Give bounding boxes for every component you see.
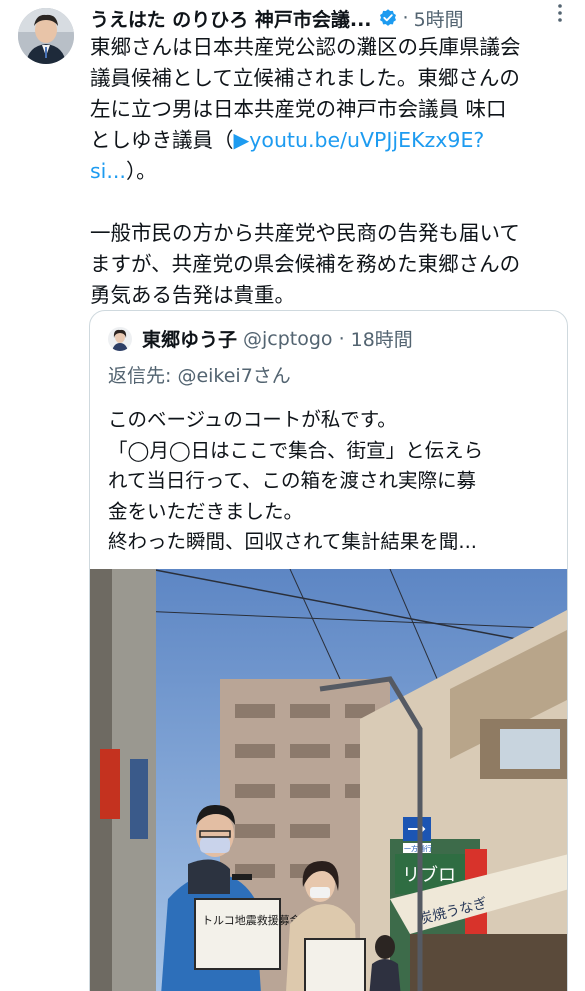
tweet-line: 東郷さんは日本共産党公認の灘区の兵庫県議会 [90, 35, 521, 59]
quoted-tweet-header: 東郷ゆう子 @jcptogo · 18時間 [108, 325, 413, 352]
tweet-text: 東郷さんは日本共産党公認の灘区の兵庫県議会 議員候補として立候補されました。東郷… [90, 32, 575, 311]
youtube-link-continued[interactable]: si... [90, 159, 126, 183]
reply-to-label: 返信先: @eikei7さん [108, 365, 291, 387]
quoted-author-avatar[interactable] [108, 326, 132, 351]
shop-sign-libro: リブロ [402, 864, 456, 886]
quoted-tweet-photo[interactable]: リブロ 一方通行 炭焼うなぎ トルコ地震救援募金 [90, 568, 567, 991]
verified-badge-icon [378, 8, 398, 28]
more-icon[interactable] [549, 2, 571, 29]
quoted-line: 終わった瞬間、回収されて集計結果を聞... [108, 530, 478, 553]
tweet-line: ますが、共産党の県会候補を務めた東郷さんの [90, 252, 521, 276]
donation-box-label: トルコ地震救援募金 [202, 913, 301, 927]
tweet-line-text: としゆき議員（ [90, 128, 234, 152]
tweet-header: うえはた のりひろ 神戸市会議... · 5時間 [90, 4, 573, 32]
tweet-line: 一般市民の方から共産党や民商の告発も届いて [90, 221, 520, 245]
tweet-line: 左に立つ男は日本共産党の神戸市会議員 味口 [90, 97, 507, 121]
separator-dot: · [402, 7, 409, 29]
quoted-line: 金をいただきました。 [108, 499, 304, 523]
youtube-link[interactable]: ▶youtu.be/uVPJjEKzx9E? [234, 128, 485, 152]
tweet-line: としゆき議員（▶youtu.be/uVPJjEKzx9E? [90, 125, 575, 156]
quoted-tweet-time[interactable]: 18時間 [351, 325, 413, 352]
quoted-line: 「◯月◯日はここで集合、街宣」と伝えら [108, 438, 484, 462]
author-name[interactable]: うえはた のりひろ 神戸市会議... [90, 5, 372, 32]
quoted-author-name[interactable]: 東郷ゆう子 [142, 325, 237, 352]
quoted-line: このベージュのコートが私です。 [108, 408, 397, 431]
author-avatar[interactable] [18, 8, 74, 64]
tweet-line: 議員候補として立候補されました。東郷さんの [90, 66, 520, 90]
quoted-author-handle[interactable]: @jcptogo [243, 328, 333, 350]
quoted-tweet[interactable]: 東郷ゆう子 @jcptogo · 18時間 返信先: @eikei7さん このベ… [89, 310, 568, 991]
tweet-line: 勇気ある告発は貴重。 [90, 283, 295, 307]
tweet-line-text: ）。 [125, 159, 157, 183]
quoted-tweet-text: このベージュのコートが私です。 「◯月◯日はここで集合、街宣」と伝えら れて当日… [108, 405, 558, 558]
tweet-line: si...）。 [90, 156, 575, 187]
separator-dot: · [338, 327, 345, 350]
quoted-line: れて当日行って、この箱を渡され実際に募 [108, 469, 476, 492]
tweet-time[interactable]: 5時間 [414, 5, 464, 32]
